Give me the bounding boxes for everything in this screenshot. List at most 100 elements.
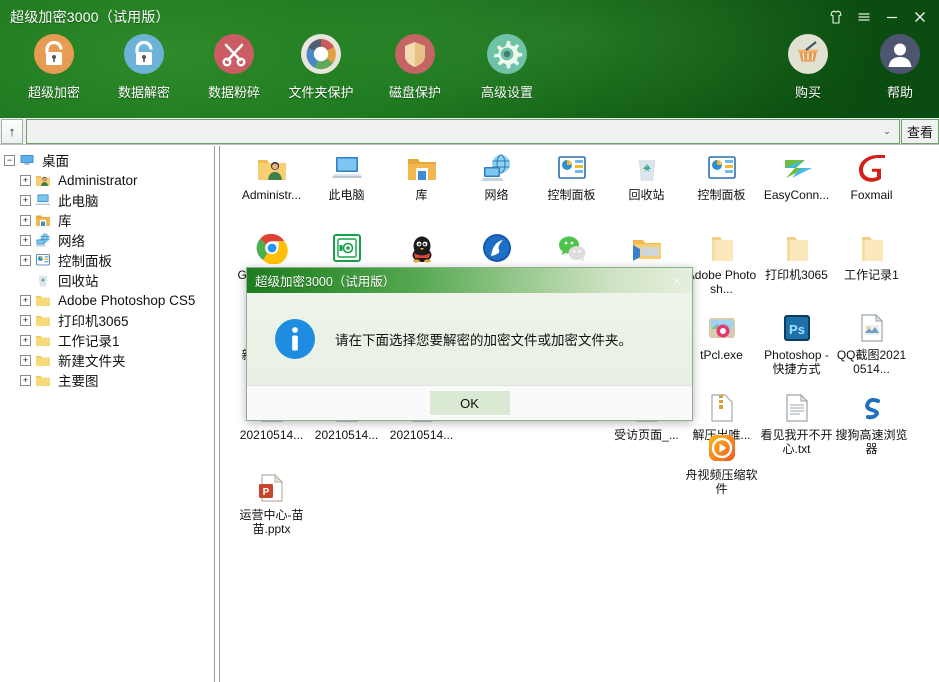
dialog-ok-button[interactable]: OK (430, 391, 510, 415)
recycle-bin-icon (631, 152, 663, 184)
file-icon-item[interactable]: 控制面板 (534, 152, 609, 202)
file-icon-label: 20210514... (234, 428, 309, 442)
dialog-title: 超级加密3000（试用版） (255, 271, 662, 290)
tree-item[interactable]: − 桌面 (4, 150, 213, 170)
tree-expand-icon[interactable]: + (20, 295, 31, 306)
file-icon-item[interactable]: tPcl.exe (684, 312, 759, 362)
tree-collapse-icon[interactable]: − (4, 155, 15, 166)
toolbar-item-decrypt[interactable]: 数据解密 (98, 32, 190, 101)
tree-item-label: 网络 (58, 230, 85, 250)
toolbar-item-help[interactable]: 帮助 (854, 32, 939, 101)
tree-item[interactable]: +控制面板 (4, 250, 213, 270)
file-icon-item[interactable]: 回收站 (609, 152, 684, 202)
toolbar-item-label: 数据解密 (118, 82, 170, 101)
tree-item-label: 新建文件夹 (58, 350, 126, 370)
tree-expand-icon[interactable]: + (20, 195, 31, 206)
file-icon-item[interactable]: PsPhotoshop - 快捷方式 (759, 312, 834, 376)
toolbar-item-folder-protect[interactable]: 文件夹保护 (275, 32, 367, 101)
file-icon-item[interactable]: EasyConn... (759, 152, 834, 202)
file-icon-item[interactable]: Adobe Photosh... (684, 232, 759, 296)
library-icon (406, 152, 438, 184)
folder-plain-icon (856, 232, 888, 264)
tree-expand-icon[interactable]: + (20, 175, 31, 186)
info-icon (273, 317, 317, 361)
tree-item[interactable]: 回收站 (4, 270, 213, 290)
scissors-icon (212, 32, 256, 76)
tree-item[interactable]: +Administrator (4, 170, 213, 190)
folder-plain-icon (706, 232, 738, 264)
tpcl-exe-icon (706, 312, 738, 344)
address-input-container[interactable]: ⌄ (26, 119, 900, 144)
file-icon-label: 舟视频压缩软件 (684, 468, 759, 496)
toolbar-item-shred[interactable]: 数据粉碎 (188, 32, 280, 101)
foxmail-icon (856, 152, 888, 184)
tree-item[interactable]: +工作记录1 (4, 330, 213, 350)
dialog-body: 请在下面选择您要解密的加密文件或加密文件夹。 (247, 293, 692, 385)
window-header: 超级加密3000（试用版） (0, 0, 939, 118)
user-folder-icon (35, 172, 53, 188)
file-icon-item[interactable]: 搜狗高速浏览器 (834, 392, 909, 456)
dialog-message: 请在下面选择您要解密的加密文件或加密文件夹。 (335, 329, 632, 349)
tree-item-label: 此电脑 (58, 190, 99, 210)
tree-item[interactable]: + 新建文件夹 (4, 350, 213, 370)
tree-item[interactable]: + 此电脑 (4, 190, 213, 210)
tree-expand-icon[interactable]: + (20, 215, 31, 226)
file-icon-item[interactable]: 工作记录1 (834, 232, 909, 282)
navigate-up-button[interactable]: ↑ (1, 119, 23, 144)
file-icon-item[interactable]: P运营中心-苗苗.pptx (234, 472, 309, 536)
file-icon-label: 看见我开不开心.txt (759, 428, 834, 456)
tree-expand-icon[interactable]: + (20, 335, 31, 346)
dialog-close-icon[interactable] (662, 268, 692, 293)
tree-item[interactable]: +Adobe Photoshop CS5 (4, 290, 213, 310)
file-icon-item[interactable]: 库 (384, 152, 459, 202)
toolbar-item-label: 帮助 (887, 82, 913, 101)
lock-blue-icon (122, 32, 166, 76)
safe-green-icon (331, 232, 363, 264)
toolbar-item-advanced-settings[interactable]: 高级设置 (461, 32, 553, 101)
file-icon-label: 网络 (459, 188, 534, 202)
tree-expand-icon[interactable]: + (20, 375, 31, 386)
file-icon-item[interactable]: 看见我开不开心.txt (759, 392, 834, 456)
address-bar: ↑ ⌄ 查看 (0, 118, 939, 145)
chevron-down-icon[interactable]: ⌄ (879, 126, 895, 137)
file-icon-item[interactable]: 控制面板 (684, 152, 759, 202)
pane-splitter[interactable] (214, 146, 220, 682)
powerpoint-file-icon: P (256, 472, 288, 504)
svg-text:Ps: Ps (789, 322, 805, 337)
view-button[interactable]: 查看 (901, 119, 939, 144)
tree-item[interactable]: + 网络 (4, 230, 213, 250)
tree-expand-icon[interactable]: + (20, 235, 31, 246)
tree-no-expander (20, 275, 31, 286)
file-icon-label: Administr... (234, 188, 309, 202)
file-icon-label: 此电脑 (309, 188, 384, 202)
address-input[interactable] (31, 123, 879, 139)
tree-item[interactable]: +主要图 (4, 370, 213, 390)
file-icon-item[interactable]: Foxmail (834, 152, 909, 202)
toolbar-item-encrypt[interactable]: 超级加密 (8, 32, 100, 101)
skin-shirt-icon[interactable] (823, 6, 849, 28)
easyconnect-icon (781, 152, 813, 184)
tree-expand-icon[interactable]: + (20, 315, 31, 326)
file-icon-item[interactable]: QQ截图20210514... (834, 312, 909, 376)
toolbar-item-disk-protect[interactable]: 磁盘保护 (369, 32, 461, 101)
tree-expand-icon[interactable]: + (20, 355, 31, 366)
file-icon-item[interactable]: 此电脑 (309, 152, 384, 202)
file-icon-label: 打印机3065 (759, 268, 834, 282)
file-icon-label: tPcl.exe (684, 348, 759, 362)
file-icon-item[interactable]: 打印机3065 (759, 232, 834, 282)
close-icon[interactable] (907, 6, 933, 28)
minimize-icon[interactable] (879, 6, 905, 28)
tree-item-label: 桌面 (42, 150, 69, 170)
menu-hamburger-icon[interactable] (851, 6, 877, 28)
file-icon-item[interactable]: 网络 (459, 152, 534, 202)
tree-item[interactable]: +打印机3065 (4, 310, 213, 330)
file-icon-item[interactable]: 舟视频压缩软件 (684, 432, 759, 496)
qq-penguin-icon (406, 232, 438, 264)
folder-plain-icon (781, 232, 813, 264)
tree-expand-icon[interactable]: + (20, 255, 31, 266)
toolbar-item-buy[interactable]: 购买 (762, 32, 854, 101)
tree-item[interactable]: +库 (4, 210, 213, 230)
file-icon-item[interactable]: Administr... (234, 152, 309, 202)
computer-icon (35, 192, 53, 208)
dialog-footer: OK (247, 385, 692, 420)
